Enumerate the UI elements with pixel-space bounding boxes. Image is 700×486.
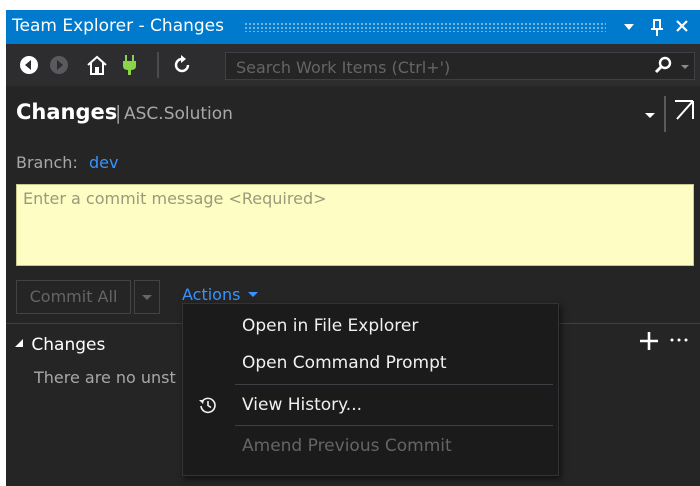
search-box — [225, 52, 695, 80]
history-icon — [199, 397, 216, 414]
undock-icon — [675, 100, 694, 120]
page-title[interactable]: Changes — [16, 100, 117, 124]
search-button[interactable] — [652, 55, 674, 77]
search-input[interactable] — [234, 56, 638, 78]
forward-button[interactable] — [48, 54, 70, 76]
pin-icon — [651, 19, 663, 36]
home-button[interactable] — [85, 54, 109, 76]
menu-item-label: Amend Previous Commit — [242, 436, 452, 456]
menu-separator — [235, 384, 553, 385]
undock-button[interactable] — [672, 98, 696, 124]
menu-item-label: Open Command Prompt — [242, 353, 447, 373]
add-button[interactable] — [638, 329, 660, 359]
toolbar — [6, 44, 700, 86]
title-bar-grip — [244, 22, 606, 32]
back-icon — [20, 56, 38, 74]
refresh-icon — [174, 55, 190, 73]
home-icon — [87, 55, 107, 75]
plus-icon — [640, 332, 658, 350]
commit-message-box — [16, 184, 694, 266]
pin-button[interactable] — [646, 15, 668, 39]
branch-label: Branch: — [16, 153, 78, 172]
window-dropdown-button[interactable] — [618, 15, 640, 39]
ellipsis-icon — [670, 338, 688, 342]
header-divider — [664, 96, 666, 132]
commit-message-input[interactable] — [17, 185, 693, 265]
search-icon — [654, 56, 672, 74]
branch-link[interactable]: dev — [89, 153, 118, 172]
close-icon — [676, 20, 688, 32]
chevron-down-icon — [681, 65, 689, 69]
header-separator: | — [115, 102, 122, 124]
commit-all-button[interactable]: Commit All — [16, 280, 131, 314]
changes-section-title: Changes — [31, 335, 106, 355]
menu-item-open-command-prompt[interactable]: Open Command Prompt — [183, 346, 558, 380]
search-options-button[interactable] — [678, 55, 692, 77]
chevron-down-icon — [624, 24, 634, 30]
menu-item-amend-previous-commit[interactable]: Amend Previous Commit — [183, 429, 558, 463]
window-title: Team Explorer - Changes — [12, 16, 225, 36]
menu-item-label: Open in File Explorer — [242, 316, 419, 336]
back-button[interactable] — [18, 54, 40, 76]
chevron-down-icon — [645, 113, 655, 118]
connect-button[interactable] — [120, 54, 140, 76]
menu-item-label: View History... — [242, 395, 363, 415]
page-dropdown-button[interactable] — [642, 104, 658, 126]
plug-icon — [123, 55, 136, 75]
actions-menu: Open in File Explorer Open Command Promp… — [182, 303, 559, 476]
changes-section-header[interactable]: Changes — [12, 335, 105, 355]
chevron-down-icon — [247, 292, 258, 297]
toolbar-separator — [157, 52, 159, 78]
team-explorer-window: Team Explorer - Changes Search Work Item… — [6, 10, 700, 486]
more-options-button[interactable] — [669, 330, 689, 355]
actions-dropdown[interactable]: Actions — [182, 285, 260, 304]
empty-changes-text: There are no unst — [34, 368, 176, 387]
refresh-button[interactable] — [171, 54, 193, 76]
forward-icon — [50, 56, 68, 74]
solution-name: ASC.Solution — [124, 104, 233, 124]
collapse-triangle-icon — [15, 339, 23, 347]
menu-item-view-history[interactable]: View History... — [183, 388, 558, 422]
menu-item-open-in-file-explorer[interactable]: Open in File Explorer — [183, 309, 558, 343]
title-bar[interactable]: Team Explorer - Changes — [6, 10, 700, 44]
chevron-down-icon — [142, 295, 152, 300]
actions-label: Actions — [182, 285, 241, 304]
close-button[interactable] — [671, 15, 693, 39]
menu-separator — [235, 425, 553, 426]
commit-options-button[interactable] — [134, 280, 160, 314]
